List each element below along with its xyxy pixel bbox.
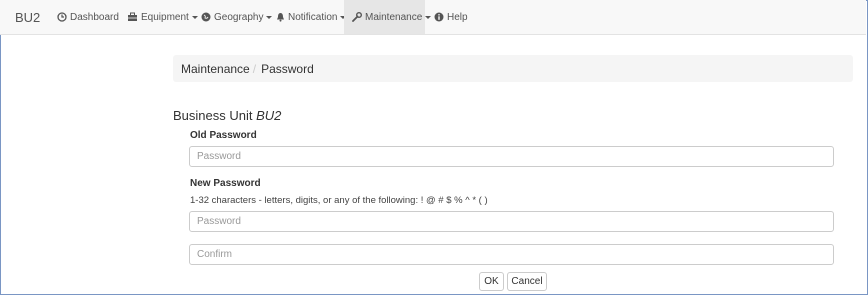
page-title-prefix: Business Unit [173, 108, 253, 123]
nav-dashboard-label: Dashboard [70, 11, 119, 23]
breadcrumb-separator: / [252, 61, 257, 76]
nav-help[interactable]: Help [434, 0, 468, 34]
new-password-help-text: 1-32 characters - letters, digits, or an… [190, 195, 488, 206]
breadcrumb: Maintenance / Password [173, 55, 853, 82]
nav-notification-label: Notification [288, 11, 338, 23]
nav-geography-label: Geography [214, 11, 264, 23]
equipment-icon [127, 12, 138, 22]
nav-help-label: Help [447, 11, 468, 23]
confirm-password-field[interactable] [189, 244, 834, 265]
dashboard-icon [57, 12, 67, 22]
nav-notification[interactable]: Notification [276, 0, 347, 34]
top-navbar: BU2 Dashboard Equipment Geography Notifi… [0, 0, 866, 35]
chevron-down-icon [425, 15, 432, 19]
cancel-button[interactable]: Cancel [507, 272, 547, 291]
nav-equipment[interactable]: Equipment [127, 0, 198, 34]
wrench-icon [352, 12, 362, 22]
nav-maintenance[interactable]: Maintenance [344, 0, 432, 34]
globe-icon [201, 12, 211, 22]
page-title: Business Unit BU2 [173, 108, 281, 123]
chevron-down-icon [191, 15, 198, 19]
nav-maintenance-label: Maintenance [365, 11, 423, 23]
new-password-field[interactable] [189, 211, 834, 232]
nav-equipment-label: Equipment [141, 11, 189, 23]
breadcrumb-current: Password [261, 61, 314, 76]
old-password-field[interactable] [189, 146, 834, 167]
business-unit-name: BU2 [256, 108, 282, 123]
bell-icon [276, 12, 285, 22]
info-icon [434, 12, 444, 22]
new-password-label: New Password [190, 178, 261, 189]
brand[interactable]: BU2 [15, 10, 40, 25]
ok-button[interactable]: OK [479, 272, 504, 291]
nav-geography[interactable]: Geography [201, 0, 273, 34]
breadcrumb-parent[interactable]: Maintenance [181, 62, 250, 76]
nav-dashboard[interactable]: Dashboard [57, 0, 119, 34]
chevron-down-icon [266, 15, 273, 19]
old-password-label: Old Password [190, 130, 257, 141]
